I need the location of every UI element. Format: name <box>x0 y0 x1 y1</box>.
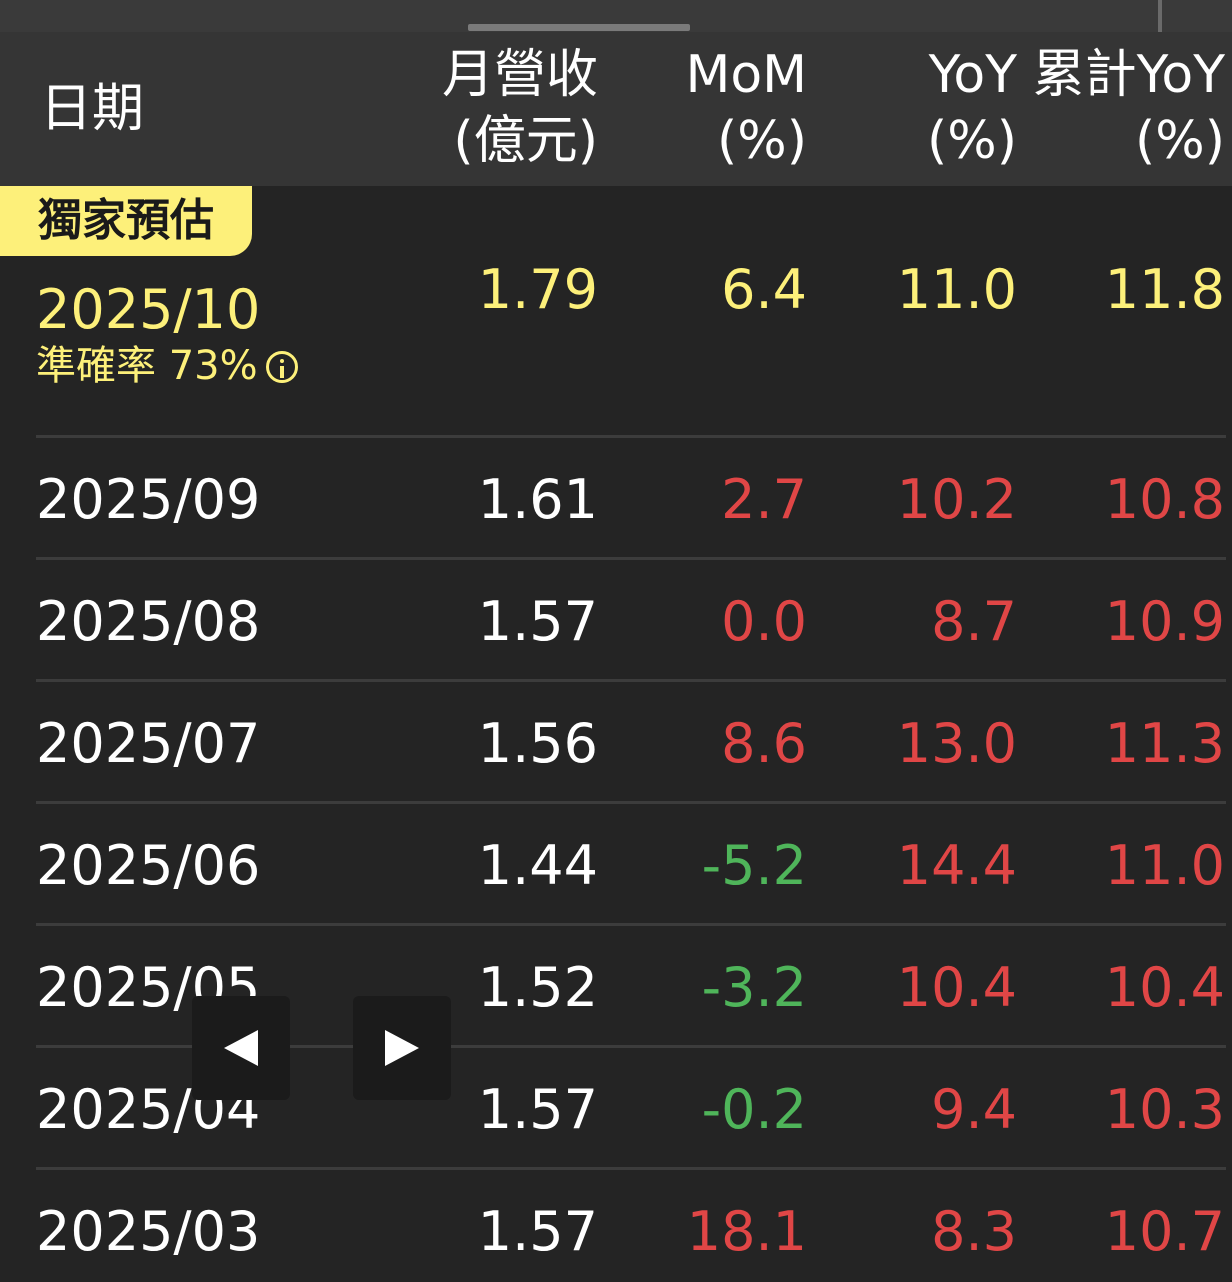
row-mom: 8.6 <box>721 712 807 775</box>
estimate-revenue: 1.79 <box>477 258 598 321</box>
row-mom: 18.1 <box>686 1200 807 1263</box>
row-divider <box>36 1167 1226 1170</box>
row-mom: -3.2 <box>701 956 807 1019</box>
header-cum-yoy: 累計YoY (%) <box>1018 42 1225 174</box>
header-yoy: YoY (%) <box>820 42 1017 174</box>
row-mom: -5.2 <box>701 834 807 897</box>
row-cum-yoy: 11.0 <box>1104 834 1225 897</box>
row-yoy: 10.4 <box>896 956 1017 1019</box>
prev-button[interactable] <box>192 996 290 1100</box>
row-mom: 0.0 <box>721 590 807 653</box>
row-revenue: 1.56 <box>477 712 598 775</box>
header-yoy-line1: YoY <box>928 45 1017 105</box>
row-date: 2025/07 <box>36 712 261 775</box>
row-divider <box>36 435 1226 438</box>
header-revenue-line1: 月營收 <box>441 45 598 105</box>
header-mom: MoM (%) <box>610 42 807 174</box>
row-yoy: 9.4 <box>931 1078 1017 1141</box>
header-date: 日期 <box>40 79 145 139</box>
row-cum-yoy: 10.7 <box>1104 1200 1225 1263</box>
estimate-accuracy[interactable]: 準確率 73% <box>36 340 298 392</box>
row-cum-yoy: 10.4 <box>1104 956 1225 1019</box>
header-revenue-line2: (億元) <box>453 111 598 171</box>
triangle-right-icon <box>385 1030 419 1066</box>
estimate-tag: 獨家預估 <box>0 186 252 256</box>
row-date: 2025/09 <box>36 468 261 531</box>
table-header: 日期 月營收 (億元) MoM (%) YoY (%) 累計YoY (%) <box>0 32 1232 186</box>
next-button[interactable] <box>353 996 451 1100</box>
row-divider <box>36 923 1226 926</box>
row-revenue: 1.44 <box>477 834 598 897</box>
header-yoy-line2: (%) <box>927 111 1017 171</box>
row-cum-yoy: 10.3 <box>1104 1078 1225 1141</box>
row-mom: 2.7 <box>721 468 807 531</box>
estimate-mom: 6.4 <box>721 258 807 321</box>
estimate-cum-yoy: 11.8 <box>1104 258 1225 321</box>
row-revenue: 1.57 <box>477 590 598 653</box>
row-divider <box>36 557 1226 560</box>
row-mom: -0.2 <box>701 1078 807 1141</box>
header-revenue: 月營收 (億元) <box>400 42 598 174</box>
header-mom-line1: MoM <box>685 45 807 105</box>
estimate-yoy: 11.0 <box>896 258 1017 321</box>
row-date: 2025/08 <box>36 590 261 653</box>
row-yoy: 8.3 <box>931 1200 1017 1263</box>
accuracy-label: 準確率 73% <box>36 343 258 389</box>
row-yoy: 8.7 <box>931 590 1017 653</box>
row-date: 2025/06 <box>36 834 261 897</box>
drag-handle[interactable] <box>468 24 690 31</box>
row-yoy: 14.4 <box>896 834 1017 897</box>
row-divider <box>36 801 1226 804</box>
estimate-date: 2025/10 <box>36 278 261 341</box>
row-divider <box>36 679 1226 682</box>
header-mom-line2: (%) <box>717 111 807 171</box>
row-revenue: 1.57 <box>477 1200 598 1263</box>
row-yoy: 13.0 <box>896 712 1017 775</box>
row-cum-yoy: 10.8 <box>1104 468 1225 531</box>
row-date: 2025/03 <box>36 1200 261 1263</box>
row-yoy: 10.2 <box>896 468 1017 531</box>
column-divider <box>1158 0 1162 32</box>
triangle-left-icon <box>224 1030 258 1066</box>
row-revenue: 1.61 <box>477 468 598 531</box>
row-cum-yoy: 10.9 <box>1104 590 1225 653</box>
header-cum-yoy-line2: (%) <box>1135 111 1225 171</box>
info-circle-icon[interactable] <box>265 351 298 383</box>
row-cum-yoy: 11.3 <box>1104 712 1225 775</box>
top-strip <box>0 0 1232 32</box>
header-cum-yoy-line1: 累計YoY <box>1032 45 1225 105</box>
